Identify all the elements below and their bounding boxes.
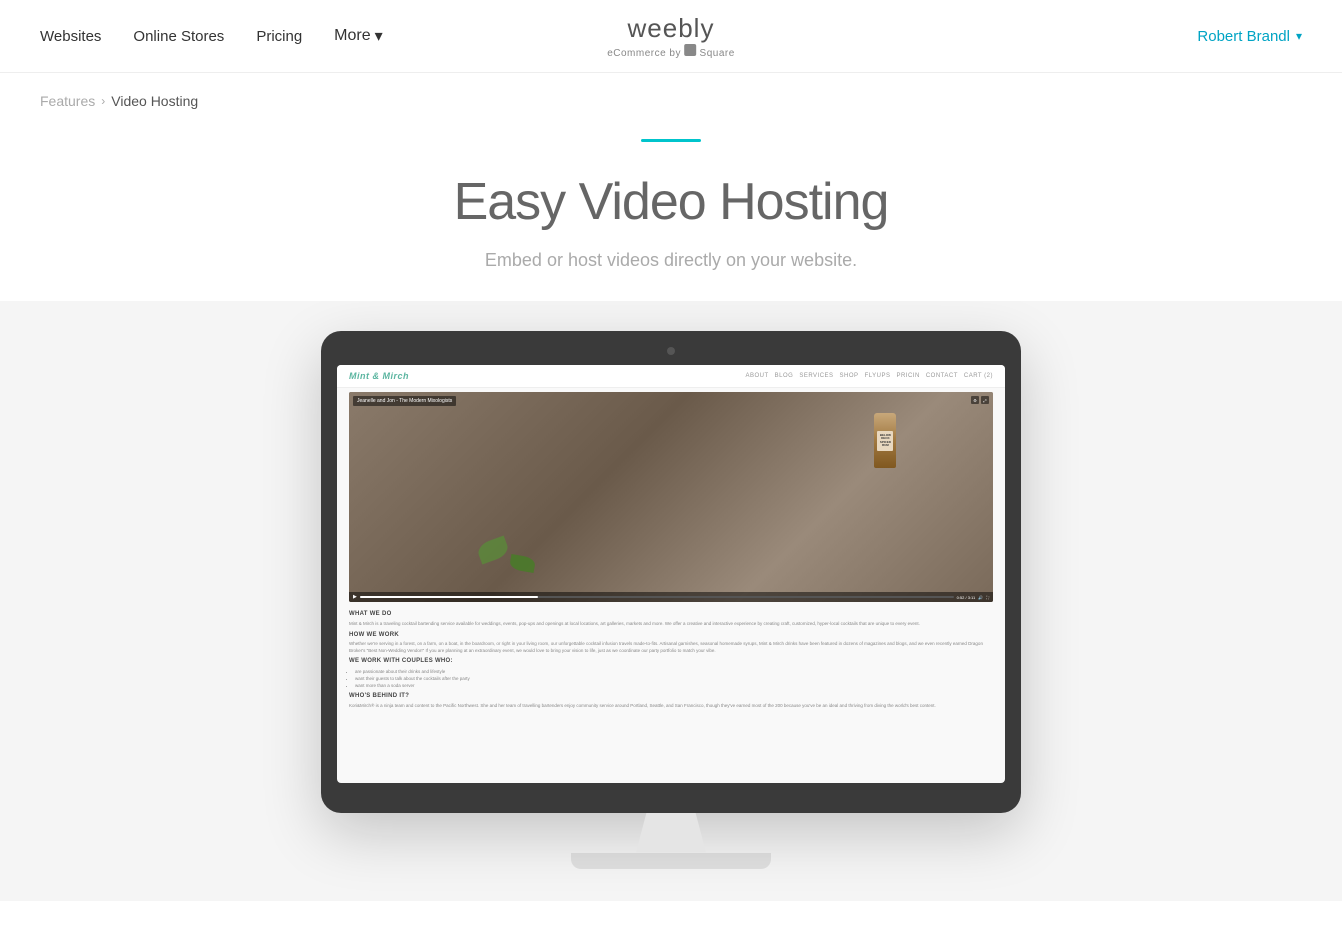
nav-more-chevron: ▾ (375, 26, 383, 46)
preview-section-3-list: are passionate about their drinks and li… (349, 668, 993, 690)
preview-logo: Mint & Mirch (349, 371, 409, 381)
preview-nav-cart: CART (2) (964, 373, 993, 379)
monitor-wrapper: Mint & Mirch ABOUT BLOG SERVICES SHOP FL… (321, 331, 1021, 869)
website-preview: Mint & Mirch ABOUT BLOG SERVICES SHOP FL… (337, 365, 1005, 783)
preview-nav-about: ABOUT (745, 373, 768, 379)
hero-title: Easy Video Hosting (20, 172, 1322, 232)
monitor-stand (321, 813, 1021, 869)
preview-leaf-decoration-2 (509, 554, 536, 573)
nav-logo[interactable]: weebly eCommerce by Square (607, 13, 735, 59)
stand-neck (636, 813, 706, 853)
preview-video-title: Jeanelle and Jon - The Modern Mixologist… (353, 396, 456, 406)
preview-leaf-decoration-1 (475, 536, 510, 565)
preview-list-item-1: are passionate about their drinks and li… (355, 668, 993, 675)
user-chevron[interactable]: ▾ (1296, 29, 1302, 43)
preview-progress-fill (360, 596, 538, 598)
preview-time: 0:52 / 3:11 (957, 595, 976, 600)
preview-content: Jeanelle and Jon - The Modern Mixologist… (337, 388, 1005, 783)
preview-settings-icon: ⚙ (971, 396, 979, 404)
logo-text: weebly (607, 13, 735, 44)
nav-link-websites[interactable]: Websites (40, 28, 101, 45)
preview-section-4-text: Kori&Mirch® is a ninja team and content … (349, 703, 993, 710)
preview-list-item-3: want more than a soda server (355, 682, 993, 689)
monitor-screen: Mint & Mirch ABOUT BLOG SERVICES SHOP FL… (337, 365, 1005, 783)
preview-progress-bar (360, 596, 954, 598)
preview-video-container: Jeanelle and Jon - The Modern Mixologist… (349, 392, 993, 602)
nav-more-dropdown[interactable]: More ▾ (334, 26, 382, 46)
logo-sub: eCommerce by Square (607, 44, 735, 59)
nav-more-label: More (334, 27, 370, 45)
preview-section-3-heading: We work with couples who: (349, 657, 993, 665)
hero-accent-line (641, 139, 701, 142)
hero-subtitle: Embed or host videos directly on your we… (20, 250, 1322, 271)
preview-section-1-text: Mint & Mirch is a traveling cocktail bar… (349, 621, 993, 628)
breadcrumb-current: Video Hosting (111, 93, 198, 109)
preview-section-2-text: Whether we're serving in a forest, on a … (349, 641, 993, 655)
preview-bottle-text: BELOWDECKSPICEDRUM (880, 434, 891, 447)
square-icon (684, 44, 696, 56)
preview-nav-flyups: FLYUPS (865, 373, 891, 379)
monitor-section: Mint & Mirch ABOUT BLOG SERVICES SHOP FL… (0, 301, 1342, 901)
preview-nav-shop: SHOP (840, 373, 859, 379)
hero-section: Easy Video Hosting Embed or host videos … (0, 129, 1342, 301)
nav-link-pricing[interactable]: Pricing (256, 28, 302, 45)
monitor-body: Mint & Mirch ABOUT BLOG SERVICES SHOP FL… (321, 331, 1021, 813)
preview-nav-pricin: PRICIN (896, 373, 919, 379)
breadcrumb-parent[interactable]: Features (40, 93, 95, 109)
preview-bottle-label: BELOWDECKSPICEDRUM (877, 431, 893, 451)
ecommerce-label: eCommerce by (607, 48, 684, 59)
square-label: Square (700, 48, 735, 59)
preview-section-1-heading: WHAT WE DO (349, 610, 993, 618)
user-name[interactable]: Robert Brandl (1197, 28, 1290, 45)
preview-fullscreen-icon: ⛶ (986, 595, 989, 600)
preview-nav-services: SERVICES (799, 373, 833, 379)
stand-base (571, 853, 771, 869)
preview-text-content: WHAT WE DO Mint & Mirch is a traveling c… (349, 610, 993, 709)
preview-volume-icon: 🔊 (978, 595, 983, 600)
preview-nav: Mint & Mirch ABOUT BLOG SERVICES SHOP FL… (337, 365, 1005, 388)
preview-section-2-heading: HOW WE WORK (349, 631, 993, 639)
breadcrumb: Features › Video Hosting (0, 73, 1342, 129)
main-nav: Websites Online Stores Pricing More ▾ we… (0, 0, 1342, 73)
preview-nav-links: ABOUT BLOG SERVICES SHOP FLYUPS PRICIN C… (745, 373, 993, 379)
nav-link-online-stores[interactable]: Online Stores (133, 28, 224, 45)
preview-video-controls: ▶ 0:52 / 3:11 🔊 ⛶ (349, 592, 993, 602)
nav-left-links: Websites Online Stores Pricing More ▾ (40, 26, 383, 46)
preview-expand-icon: ⤢ (981, 396, 989, 404)
preview-video-icons: ⚙ ⤢ (971, 396, 989, 404)
monitor-camera (667, 347, 675, 355)
preview-play-button: ▶ (353, 594, 357, 600)
preview-section-4-heading: WHO'S BEHIND IT? (349, 692, 993, 700)
breadcrumb-separator: › (101, 94, 105, 108)
preview-nav-contact: CONTACT (926, 373, 958, 379)
preview-nav-blog: BLOG (775, 373, 794, 379)
preview-list-item-2: want their guests to talk about the cock… (355, 675, 993, 682)
preview-video-bg: Jeanelle and Jon - The Modern Mixologist… (349, 392, 993, 602)
preview-rum-bottle: BELOWDECKSPICEDRUM (874, 413, 896, 468)
nav-user-area: Robert Brandl ▾ (1197, 28, 1302, 45)
